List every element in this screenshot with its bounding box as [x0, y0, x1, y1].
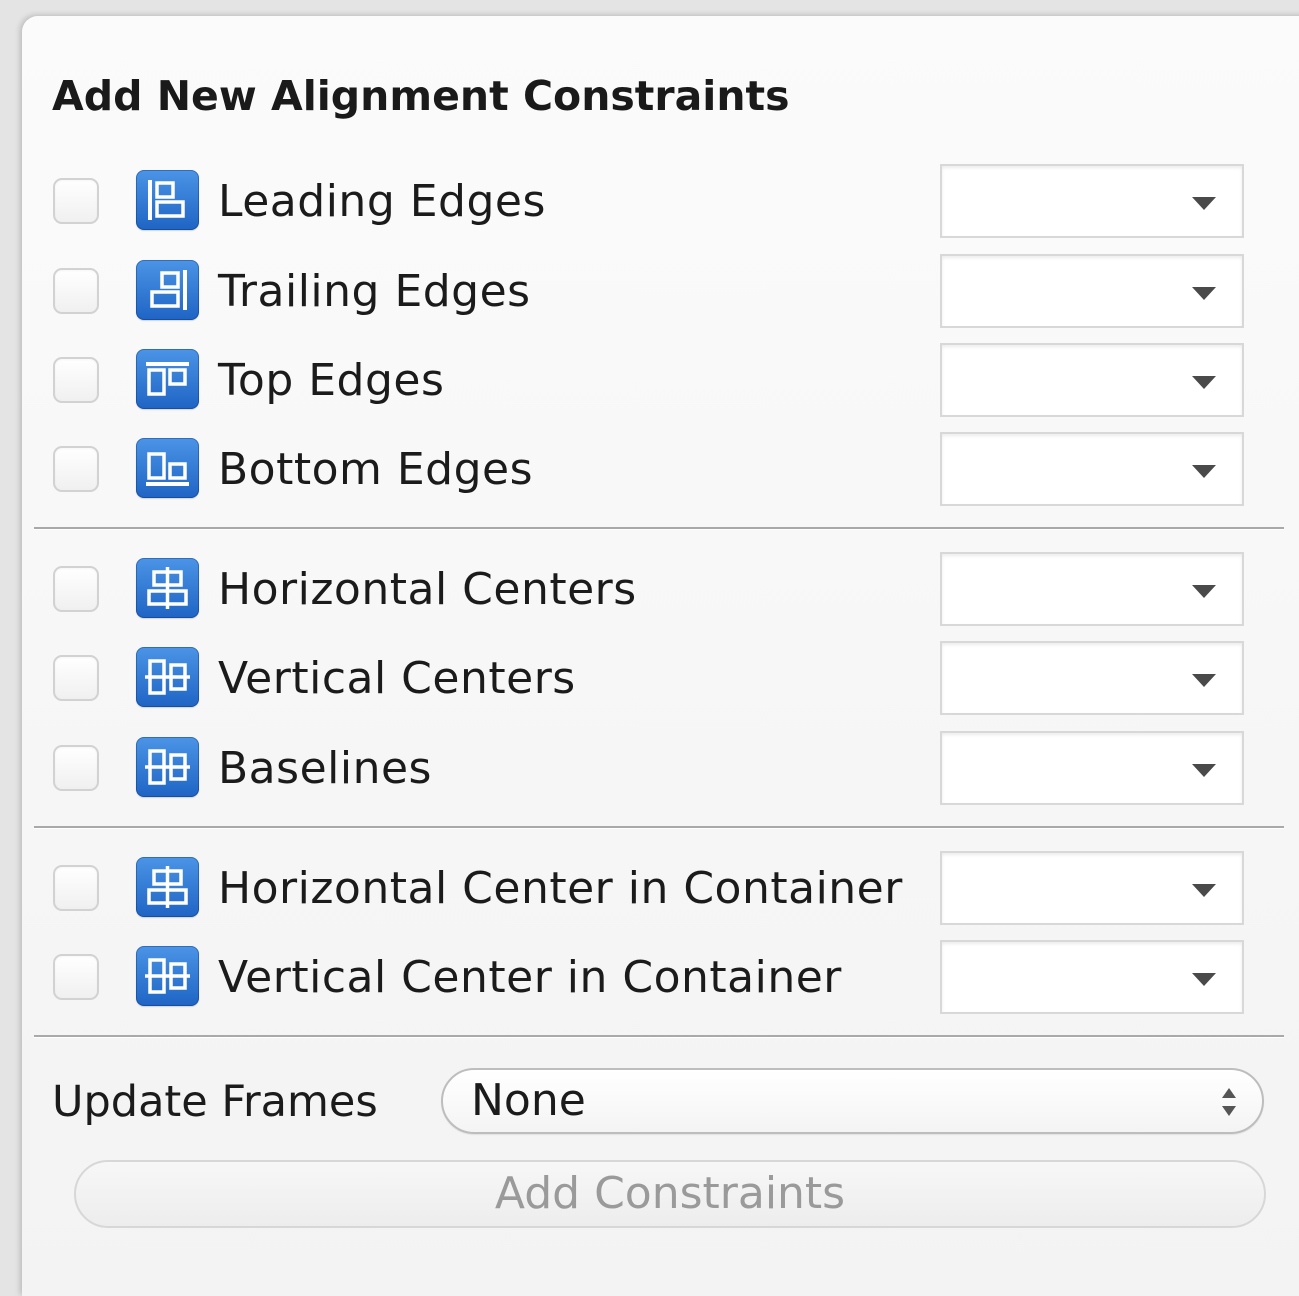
constraint-label: Top Edges: [218, 355, 445, 406]
leading-edges-constant-combo[interactable]: [940, 164, 1244, 238]
vertical-center-container-constant-combo[interactable]: [940, 940, 1244, 1014]
horizontal-center-container-icon: [136, 857, 199, 917]
leading-edges-icon: [136, 170, 199, 230]
bottom-edges-checkbox[interactable]: [53, 446, 99, 492]
vertical-center-container-checkbox[interactable]: [53, 954, 99, 1000]
chevron-down-icon[interactable]: [1192, 674, 1216, 687]
section-divider: [34, 527, 1284, 530]
trailing-edges-checkbox[interactable]: [53, 268, 99, 314]
chevron-down-icon[interactable]: [1192, 585, 1216, 598]
constraint-row-horizontal-center-in-container: Horizontal Center in Container: [0, 851, 1299, 931]
constraint-label: Vertical Centers: [218, 653, 576, 704]
constraint-label: Horizontal Centers: [218, 564, 637, 615]
vertical-centers-icon: [136, 647, 199, 707]
top-edges-constant-combo[interactable]: [940, 343, 1244, 417]
chevron-down-icon[interactable]: [1192, 197, 1216, 210]
baselines-icon: [136, 737, 199, 797]
panel-title: Add New Alignment Constraints: [52, 72, 790, 120]
baselines-constant-combo[interactable]: [940, 731, 1244, 805]
update-frames-popup[interactable]: None: [441, 1068, 1264, 1134]
section-divider: [34, 826, 1284, 829]
vertical-centers-checkbox[interactable]: [53, 655, 99, 701]
constraint-label: Trailing Edges: [218, 266, 531, 317]
constraint-row-vertical-center-in-container: Vertical Center in Container: [0, 940, 1299, 1020]
chevron-down-icon[interactable]: [1192, 973, 1216, 986]
horizontal-centers-icon: [136, 558, 199, 618]
horizontal-centers-checkbox[interactable]: [53, 566, 99, 612]
vertical-center-container-icon: [136, 946, 199, 1006]
constraint-row-vertical-centers: Vertical Centers: [0, 641, 1299, 721]
trailing-edges-constant-combo[interactable]: [940, 254, 1244, 328]
bottom-edges-constant-combo[interactable]: [940, 432, 1244, 506]
constraint-label: Baselines: [218, 743, 432, 794]
constraint-label: Vertical Center in Container: [218, 952, 842, 1003]
constraint-row-horizontal-centers: Horizontal Centers: [0, 552, 1299, 632]
top-edges-icon: [136, 349, 199, 409]
top-edges-checkbox[interactable]: [53, 357, 99, 403]
constraint-row-trailing-edges: Trailing Edges: [0, 254, 1299, 334]
constraint-row-bottom-edges: Bottom Edges: [0, 432, 1299, 512]
section-divider: [34, 1035, 1284, 1038]
bottom-edges-icon: [136, 438, 199, 498]
chevron-down-icon[interactable]: [1192, 764, 1216, 777]
constraint-row-baselines: Baselines: [0, 731, 1299, 811]
constraint-row-top-edges: Top Edges: [0, 343, 1299, 423]
horizontal-center-container-constant-combo[interactable]: [940, 851, 1244, 925]
constraint-row-leading-edges: Leading Edges: [0, 164, 1299, 244]
chevron-down-icon[interactable]: [1192, 376, 1216, 389]
constraint-label: Leading Edges: [218, 176, 546, 227]
trailing-edges-icon: [136, 260, 199, 320]
baselines-checkbox[interactable]: [53, 745, 99, 791]
vertical-centers-constant-combo[interactable]: [940, 641, 1244, 715]
horizontal-center-container-checkbox[interactable]: [53, 865, 99, 911]
chevron-down-icon[interactable]: [1192, 884, 1216, 897]
leading-edges-checkbox[interactable]: [53, 178, 99, 224]
constraint-label: Bottom Edges: [218, 444, 534, 495]
chevron-down-icon[interactable]: [1192, 287, 1216, 300]
constraint-label: Horizontal Center in Container: [218, 863, 903, 914]
horizontal-centers-constant-combo[interactable]: [940, 552, 1244, 626]
up-down-arrows-icon: [1222, 1088, 1236, 1116]
update-frames-label: Update Frames: [52, 1077, 378, 1127]
chevron-down-icon[interactable]: [1192, 465, 1216, 478]
update-frames-value: None: [471, 1075, 586, 1126]
add-constraints-button[interactable]: Add Constraints: [74, 1160, 1266, 1228]
